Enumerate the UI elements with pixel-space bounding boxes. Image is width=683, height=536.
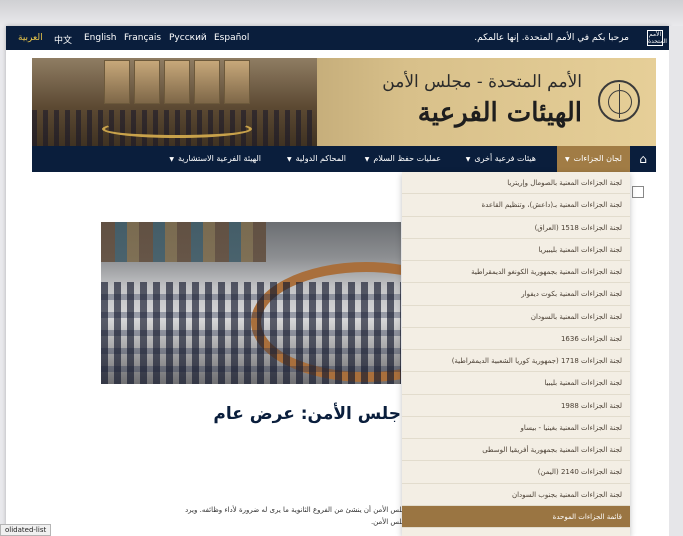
lang-russian[interactable]: Русский xyxy=(169,33,207,43)
menu-item-libya[interactable]: لجنة الجزاءات المعنية بليبيا xyxy=(402,372,630,395)
un-logo-icon[interactable]: الأمم المتحدة xyxy=(647,30,667,46)
status-bar-url: olidated-list xyxy=(0,524,52,536)
menu-item-1636[interactable]: لجنة الجزاءات 1636 xyxy=(402,328,630,350)
lang-english[interactable]: English xyxy=(84,33,117,43)
menu-item-south-sudan[interactable]: لجنة الجزاءات المعنية بجنوب السودان xyxy=(402,484,630,506)
menu-item-1718-dprk[interactable]: لجنة الجزاءات 1718 (جمهورية كوريا الشعبي… xyxy=(402,350,630,373)
lang-arabic[interactable]: العربية xyxy=(18,33,43,43)
top-bar: العربية 中文 English Français Русский Espa… xyxy=(6,26,669,50)
checkbox[interactable] xyxy=(632,186,644,198)
nav-peacekeeping[interactable]: عمليات حفظ السلام▼ xyxy=(365,146,441,172)
welcome-link[interactable]: مرحبا بكم في الأمم المتحدة. إنها عالمكم. xyxy=(474,33,629,43)
banner-subtitle[interactable]: الهيئات الفرعية xyxy=(418,98,582,128)
nav-other-subsidiary-bodies[interactable]: هيئات فرعية أخرى▼ xyxy=(466,146,536,172)
menu-item-1988[interactable]: لجنة الجزاءات 1988 xyxy=(402,395,630,417)
caret-down-icon: ▼ xyxy=(564,156,570,163)
menu-item-isil-al-qaida[interactable]: لجنة الجزاءات المعنية بـ(داعش)، وتنظيم ا… xyxy=(402,194,630,217)
intro-text: جلس الأمن أن ينشئ من الفروع الثانوية ما … xyxy=(185,506,406,526)
banner-title[interactable]: الأمم المتحدة - مجلس الأمن xyxy=(382,72,582,92)
lang-spanish[interactable]: Español xyxy=(214,33,249,43)
scrollbar[interactable] xyxy=(669,26,683,536)
lang-chinese[interactable]: 中文 xyxy=(54,33,72,46)
menu-item-car[interactable]: لجنة الجزاءات المعنية بجمهورية أفريقيا ا… xyxy=(402,439,630,462)
sanctions-dropdown-menu: لجنة الجزاءات المعنية بالصومال وإريتريا … xyxy=(402,172,630,536)
lang-french[interactable]: Français xyxy=(124,33,161,43)
nav-international-tribunals[interactable]: المحاكم الدولية▼ xyxy=(287,146,346,172)
menu-item-liberia[interactable]: لجنة الجزاءات المعنية بليبيريا xyxy=(402,239,630,261)
menu-item-drc[interactable]: لجنة الجزاءات المعنية بجمهورية الكونغو ا… xyxy=(402,261,630,284)
page: العربية 中文 English Français Русский Espa… xyxy=(6,26,669,536)
menu-item-somalia-eritrea[interactable]: لجنة الجزاءات المعنية بالصومال وإريتريا xyxy=(402,172,630,195)
nav-advisory-body[interactable]: الهيئة الفرعية الاستشارية▼ xyxy=(169,146,261,172)
menu-item-sudan[interactable]: لجنة الجزاءات المعنية بالسودان xyxy=(402,306,630,328)
home-icon[interactable]: ⌂ xyxy=(630,146,656,172)
caret-down-icon: ▼ xyxy=(169,156,174,163)
nav-sanctions-committees[interactable]: لجان الجزاءات▼ xyxy=(556,146,630,172)
menu-item-1518-iraq[interactable]: لجنة الجزاءات 1518 (العراق) xyxy=(402,217,630,239)
menu-item-consolidated-list[interactable]: قائمة الجزاءات الموحدة xyxy=(402,505,630,528)
caret-down-icon: ▼ xyxy=(286,156,292,163)
browser-chrome-strip xyxy=(0,0,683,26)
caret-down-icon: ▼ xyxy=(465,156,471,163)
menu-item-cote-divoire[interactable]: لجنة الجزاءات المعنية بكوت ديفوار xyxy=(402,283,630,306)
un-emblem-icon[interactable] xyxy=(598,80,640,122)
banner-photo xyxy=(32,58,317,146)
page-title: جلس الأمن: عرض عام xyxy=(213,404,401,424)
menu-item-2140-yemen[interactable]: لجنة الجزاءات 2140 (اليمن) xyxy=(402,461,630,484)
header-banner: الأمم المتحدة - مجلس الأمن الهيئات الفرع… xyxy=(32,58,656,146)
caret-down-icon: ▼ xyxy=(364,156,370,163)
main-nav: ⌂ لجان الجزاءات▼ هيئات فرعية أخرى▼ عمليا… xyxy=(32,146,656,172)
security-council-photo xyxy=(101,222,401,384)
menu-item-guinea-bissau[interactable]: لجنة الجزاءات المعنية بغينيا - بيساو xyxy=(402,417,630,439)
